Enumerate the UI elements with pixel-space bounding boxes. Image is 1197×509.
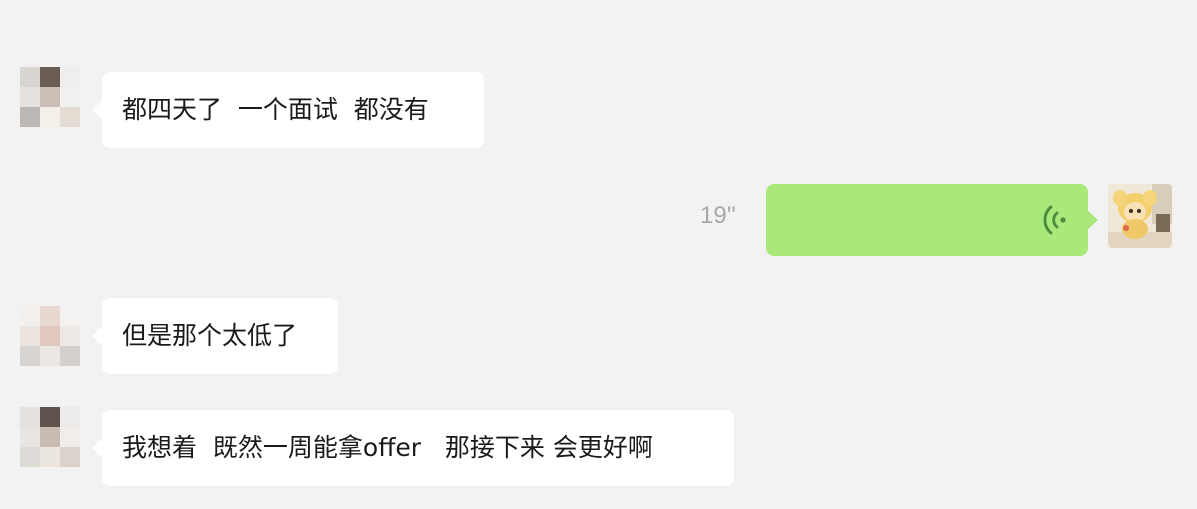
voice-duration: 19'' — [700, 202, 736, 229]
cartoon-avatar-icon — [1108, 184, 1172, 248]
contact-avatar[interactable] — [20, 407, 80, 467]
voice-message-bubble[interactable] — [766, 184, 1098, 256]
bubble-tail — [92, 438, 103, 458]
voice-wave-icon — [1043, 205, 1066, 235]
bubble-tail — [92, 100, 103, 120]
message-text: 但是那个太低了 — [122, 321, 298, 350]
contact-avatar[interactable] — [20, 67, 80, 127]
message-text: 都四天了 一个面试 都没有 — [122, 95, 429, 124]
bubble-tail — [92, 326, 103, 346]
bubble-tail — [1087, 210, 1098, 230]
message-text: 我想着 既然一周能拿offer 那接下来 会更好啊 — [122, 433, 653, 462]
contact-avatar[interactable] — [20, 306, 80, 366]
my-avatar[interactable] — [1108, 184, 1172, 248]
message-bubble[interactable]: 我想着 既然一周能拿offer 那接下来 会更好啊 — [92, 410, 734, 486]
message-bubble[interactable]: 但是那个太低了 — [92, 298, 338, 374]
message-bubble[interactable]: 都四天了 一个面试 都没有 — [92, 72, 484, 148]
